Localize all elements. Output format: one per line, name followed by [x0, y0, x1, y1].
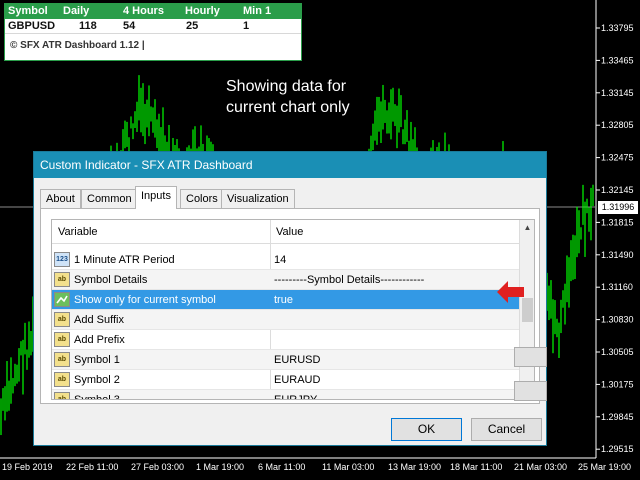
- string-icon: ab: [54, 272, 70, 287]
- variable-value[interactable]: EURUSD: [274, 354, 320, 366]
- time-label: 22 Feb 11:00: [66, 462, 118, 472]
- dialog-title[interactable]: Custom Indicator - SFX ATR Dashboard: [34, 152, 546, 178]
- numeric-icon: 123: [54, 252, 70, 267]
- vertical-scrollbar[interactable]: ▲ ▼: [519, 220, 534, 399]
- variable-value[interactable]: ---------Symbol Details------------: [274, 274, 424, 286]
- variable-name: Symbol Details: [74, 274, 148, 286]
- tab-common[interactable]: Common: [81, 189, 138, 208]
- string-icon: ab: [54, 372, 70, 387]
- time-label: 21 Mar 03:00: [514, 462, 567, 472]
- inputs-grid: Variable Value 123 1 Minute ATR Period 14 a…: [51, 219, 535, 400]
- input-row[interactable]: ab Symbol 2 EURAUD: [52, 370, 519, 390]
- price-label: 1.31490: [601, 250, 634, 260]
- annotation-text: Showing data for current chart only: [226, 78, 350, 116]
- price-label: 1.32805: [601, 120, 634, 130]
- boolean-icon: [54, 292, 70, 307]
- side-button-top[interactable]: [514, 347, 547, 367]
- time-label: 11 Mar 03:00: [322, 462, 374, 472]
- header-4-hours: 4 Hours: [123, 5, 164, 17]
- header-min-1: Min 1: [243, 5, 272, 17]
- price-label: 1.31815: [601, 217, 634, 227]
- row-min-1: 1: [243, 20, 250, 32]
- inputs-panel: Variable Value 123 1 Minute ATR Period 14 a…: [40, 208, 540, 404]
- column-value[interactable]: Value: [276, 226, 303, 238]
- time-label: 25 Mar 19:00: [578, 462, 631, 472]
- variable-name: Symbol 2: [74, 374, 120, 386]
- tab-visualization[interactable]: Visualization: [221, 189, 295, 208]
- input-row[interactable]: 123 1 Minute ATR Period 14: [52, 250, 519, 270]
- ok-button[interactable]: OK: [391, 418, 462, 441]
- dashboard-header: Symbol Daily 4 Hours Hourly Min 1: [5, 4, 301, 19]
- custom-indicator-dialog: Custom Indicator - SFX ATR Dashboard Abo…: [33, 151, 547, 446]
- input-row[interactable]: ab Symbol 1 EURUSD: [52, 350, 519, 370]
- row-4-hours: 54: [123, 20, 136, 32]
- price-label: 1.30830: [601, 315, 634, 325]
- price-label: 1.33465: [601, 55, 634, 65]
- string-icon: ab: [54, 332, 70, 347]
- time-label: 18 Mar 11:00: [450, 462, 502, 472]
- variable-name: Symbol 3: [74, 394, 120, 400]
- header-hourly: Hourly: [185, 5, 220, 17]
- string-icon: ab: [54, 312, 70, 327]
- cancel-button[interactable]: Cancel: [471, 418, 542, 441]
- input-row[interactable]: Show only for current symbol true: [52, 290, 519, 310]
- atr-dashboard: Symbol Daily 4 Hours Hourly Min 1 GBPUSD…: [4, 3, 302, 61]
- price-label: 1.32475: [601, 153, 634, 163]
- column-variable[interactable]: Variable: [58, 226, 98, 238]
- row-symbol: GBPUSD: [8, 20, 56, 32]
- grid-header: Variable Value: [52, 220, 519, 244]
- price-label: 1.33795: [601, 23, 634, 33]
- string-icon: ab: [54, 352, 70, 367]
- dashboard-footer: © SFX ATR Dashboard 1.12 |: [10, 40, 145, 51]
- input-row[interactable]: ab Symbol 3 EURJPY: [52, 390, 519, 400]
- time-label: 13 Mar 19:00: [388, 462, 441, 472]
- row-hourly: 25: [186, 20, 199, 32]
- variable-name: Add Prefix: [74, 334, 125, 346]
- price-label: 1.31160: [601, 282, 633, 292]
- price-label: 1.30505: [601, 347, 634, 357]
- price-label: 1.30175: [601, 379, 634, 389]
- input-row[interactable]: ab Add Suffix: [52, 310, 519, 330]
- tab-colors[interactable]: Colors: [180, 189, 224, 208]
- side-button-bottom[interactable]: [514, 381, 547, 401]
- variable-name: 1 Minute ATR Period: [74, 254, 175, 266]
- time-label: 27 Feb 03:00: [131, 462, 184, 472]
- price-label: 1.29515: [601, 444, 634, 454]
- string-icon: ab: [54, 392, 70, 399]
- red-arrow-icon: [497, 281, 524, 303]
- variable-name: Add Suffix: [74, 314, 124, 326]
- variable-name: Symbol 1: [74, 354, 120, 366]
- variable-name: Show only for current symbol: [74, 294, 216, 306]
- variable-value[interactable]: EURJPY: [274, 394, 317, 399]
- time-label: 6 Mar 11:00: [258, 462, 305, 472]
- tab-inputs[interactable]: Inputs: [135, 186, 177, 209]
- price-label: 1.33145: [601, 88, 634, 98]
- input-row[interactable]: ab Symbol Details ---------Symbol Details-…: [52, 270, 519, 290]
- dashboard-row: GBPUSD 118 54 25 1: [5, 19, 301, 34]
- variable-value[interactable]: true: [274, 294, 293, 306]
- time-label: 19 Feb 2019: [2, 462, 53, 472]
- grid-rows: 123 1 Minute ATR Period 14 ab Symbol Details…: [52, 250, 519, 400]
- input-row[interactable]: ab Add Prefix: [52, 330, 519, 350]
- current-price-label: 1.31996: [598, 201, 638, 214]
- variable-value[interactable]: 14: [274, 254, 286, 266]
- header-symbol: Symbol: [8, 5, 48, 17]
- scroll-up-icon[interactable]: ▲: [520, 220, 534, 236]
- price-label: 1.29845: [601, 412, 634, 422]
- header-daily: Daily: [63, 5, 90, 17]
- variable-value[interactable]: EURAUD: [274, 374, 320, 386]
- row-daily: 118: [79, 20, 97, 32]
- tab-about[interactable]: About: [40, 189, 81, 208]
- time-label: 1 Mar 19:00: [196, 462, 244, 472]
- price-label: 1.32145: [601, 185, 634, 195]
